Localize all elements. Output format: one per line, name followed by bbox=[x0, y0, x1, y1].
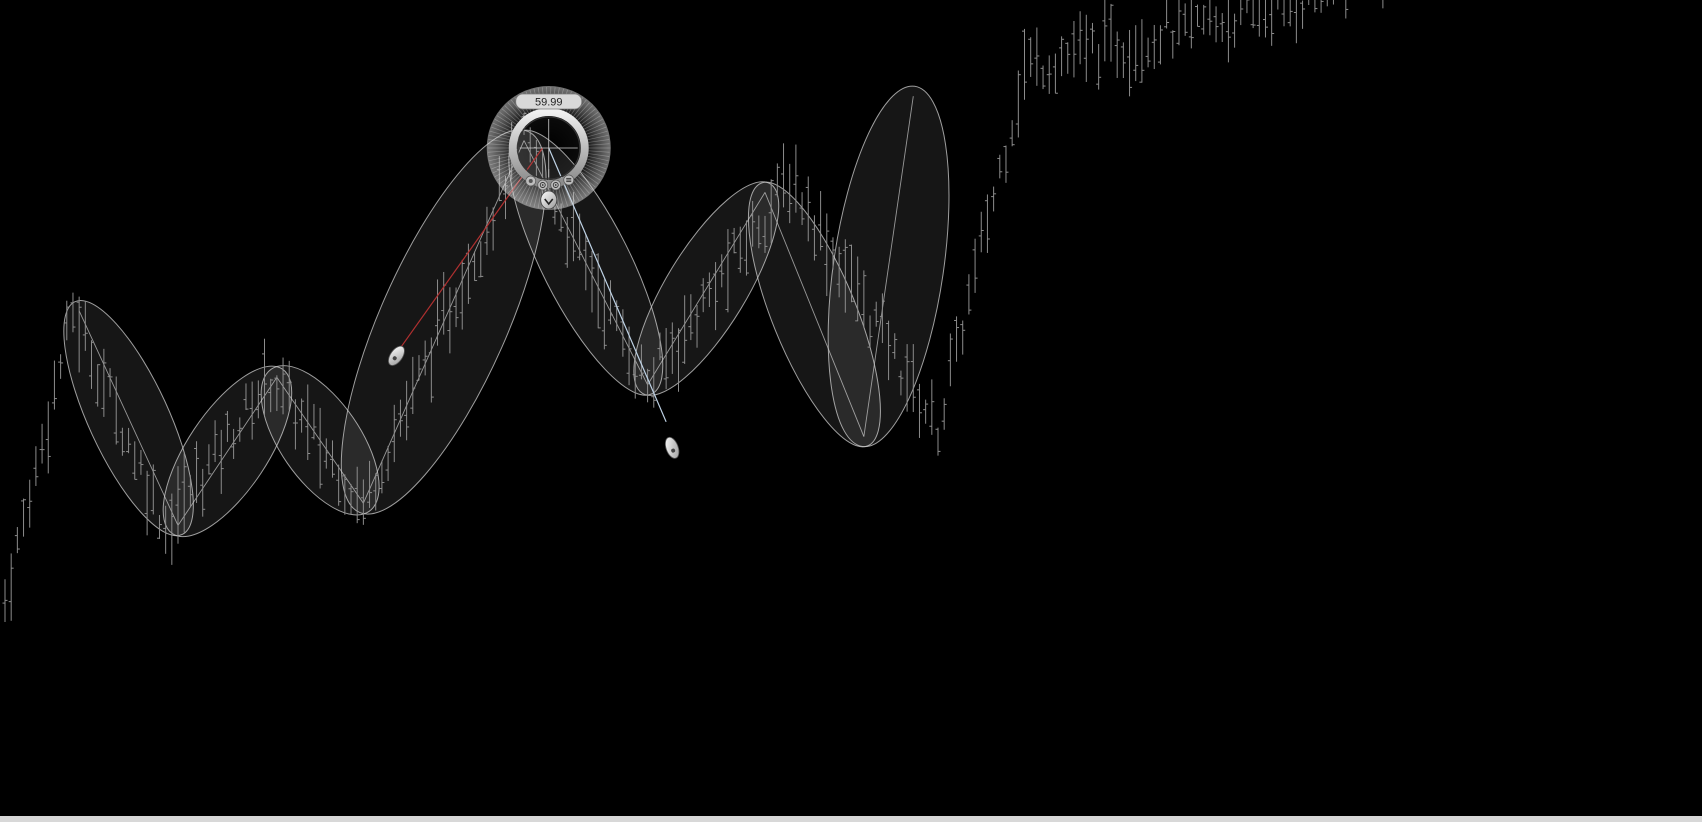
ohlc-bar bbox=[1096, 44, 1102, 90]
ohlc-bar bbox=[1195, 4, 1201, 27]
ohlc-bar bbox=[1089, 22, 1095, 54]
ohlc-bar bbox=[1145, 37, 1151, 68]
target-icon[interactable] bbox=[550, 179, 562, 191]
target-icon[interactable] bbox=[537, 179, 549, 191]
settings-icon[interactable] bbox=[525, 175, 537, 187]
ohlc-bar bbox=[1314, 0, 1318, 13]
ohlc-bar bbox=[1065, 42, 1071, 74]
handle-icon[interactable] bbox=[540, 190, 558, 210]
ohlc-bar bbox=[1108, 3, 1114, 62]
ohlc-bar bbox=[58, 354, 64, 379]
menu-icon[interactable] bbox=[563, 174, 575, 186]
ohlc-bar bbox=[1170, 30, 1176, 59]
drag-handle-end[interactable] bbox=[663, 435, 682, 460]
x-axis-strip bbox=[0, 794, 1702, 816]
ohlc-bar bbox=[1246, 0, 1250, 14]
ohlc-bar bbox=[972, 238, 978, 293]
ohlc-bar bbox=[1201, 4, 1207, 35]
ohlc-bar bbox=[1269, 0, 1275, 46]
ohlc-bar bbox=[1225, 0, 1231, 63]
ohlc-bar bbox=[935, 427, 941, 456]
ohlc-bar bbox=[8, 553, 14, 621]
ohlc-bar bbox=[1320, 0, 1324, 13]
price-chart[interactable]: 59.99 26Jun481015182326Jul681015202328Au bbox=[0, 0, 1702, 822]
ohlc-bar bbox=[1256, 0, 1260, 37]
ohlc-bar bbox=[2, 579, 8, 623]
ohlc-bar bbox=[1022, 28, 1028, 100]
ohlc-bar bbox=[966, 274, 972, 315]
ohlc-bar bbox=[33, 446, 39, 486]
ohlc-bar bbox=[1213, 6, 1219, 43]
ohlc-bar bbox=[45, 401, 51, 474]
ohlc-bar bbox=[1164, 0, 1170, 29]
ohlc-bar bbox=[1182, 3, 1188, 36]
ohlc-bar bbox=[978, 211, 984, 253]
ohlc-bar bbox=[916, 383, 922, 438]
ohlc-bar bbox=[1287, 0, 1293, 27]
ohlc-bar bbox=[1015, 70, 1021, 138]
ohlc-bar bbox=[1157, 25, 1163, 65]
ohlc-bar bbox=[1083, 14, 1089, 82]
ohlc-bar bbox=[1219, 13, 1225, 43]
ohlc-bar bbox=[947, 333, 953, 387]
ohlc-bar bbox=[1232, 13, 1238, 48]
ohlc-bar bbox=[1028, 37, 1034, 77]
ohlc-bar bbox=[39, 423, 45, 464]
ohlc-bar bbox=[1277, 0, 1279, 10]
ohlc-bar bbox=[1188, 0, 1194, 49]
ohlc-bar bbox=[27, 479, 33, 528]
ohlc-bar bbox=[1207, 0, 1213, 36]
ohlc-bar bbox=[1293, 0, 1297, 44]
ohlc-bar bbox=[1009, 120, 1015, 147]
ohlc-bar bbox=[1071, 20, 1077, 78]
ohlc-bar bbox=[1151, 24, 1157, 70]
ohlc-bar bbox=[1176, 0, 1182, 46]
ohlc-bar bbox=[1308, 0, 1310, 5]
ohlc-bar bbox=[1382, 0, 1384, 9]
ohlc-bar bbox=[1059, 36, 1065, 77]
ohlc-bar bbox=[997, 154, 1003, 179]
ohlc-bar bbox=[1345, 0, 1349, 19]
ohlc-bar bbox=[991, 186, 997, 212]
ohlc-bar bbox=[1102, 0, 1108, 62]
ohlc-bar bbox=[14, 527, 20, 554]
ohlc-bar bbox=[1332, 0, 1334, 5]
ohlc-bar bbox=[1281, 0, 1285, 27]
ohlc-bar bbox=[1077, 11, 1083, 65]
ohlc-bar bbox=[1262, 0, 1268, 38]
price-label: 59.99 bbox=[535, 97, 563, 109]
ohlc-bar bbox=[1300, 0, 1306, 29]
ohlc-bar bbox=[1046, 55, 1052, 94]
ohlc-bar bbox=[923, 399, 929, 424]
ohlc-bar bbox=[929, 379, 935, 435]
drawing-tool-dial[interactable]: 59.99 bbox=[486, 86, 611, 210]
ohlc-bar bbox=[1120, 42, 1126, 79]
ohlc-bar bbox=[1114, 31, 1120, 78]
ohlc-bar bbox=[1052, 53, 1058, 94]
ohlc-bar bbox=[984, 194, 990, 253]
ohlc-bar bbox=[1003, 145, 1009, 183]
ohlc-bar bbox=[1250, 0, 1256, 29]
ohlc-bar bbox=[1139, 19, 1145, 83]
ohlc-bar bbox=[1127, 29, 1133, 97]
ohlc-bar bbox=[941, 398, 947, 430]
ohlc-bar bbox=[1034, 27, 1040, 86]
ohlc-bar bbox=[1240, 0, 1244, 26]
ohlc-bar bbox=[51, 360, 57, 410]
ohlc-bar bbox=[1133, 25, 1139, 82]
window-bottom-edge bbox=[0, 816, 1702, 822]
ohlc-bar bbox=[21, 498, 27, 537]
ohlc-bar bbox=[960, 320, 966, 355]
ohlc-bar bbox=[1326, 0, 1328, 7]
ohlc-bar bbox=[1040, 65, 1046, 90]
ohlc-bar bbox=[954, 316, 960, 362]
